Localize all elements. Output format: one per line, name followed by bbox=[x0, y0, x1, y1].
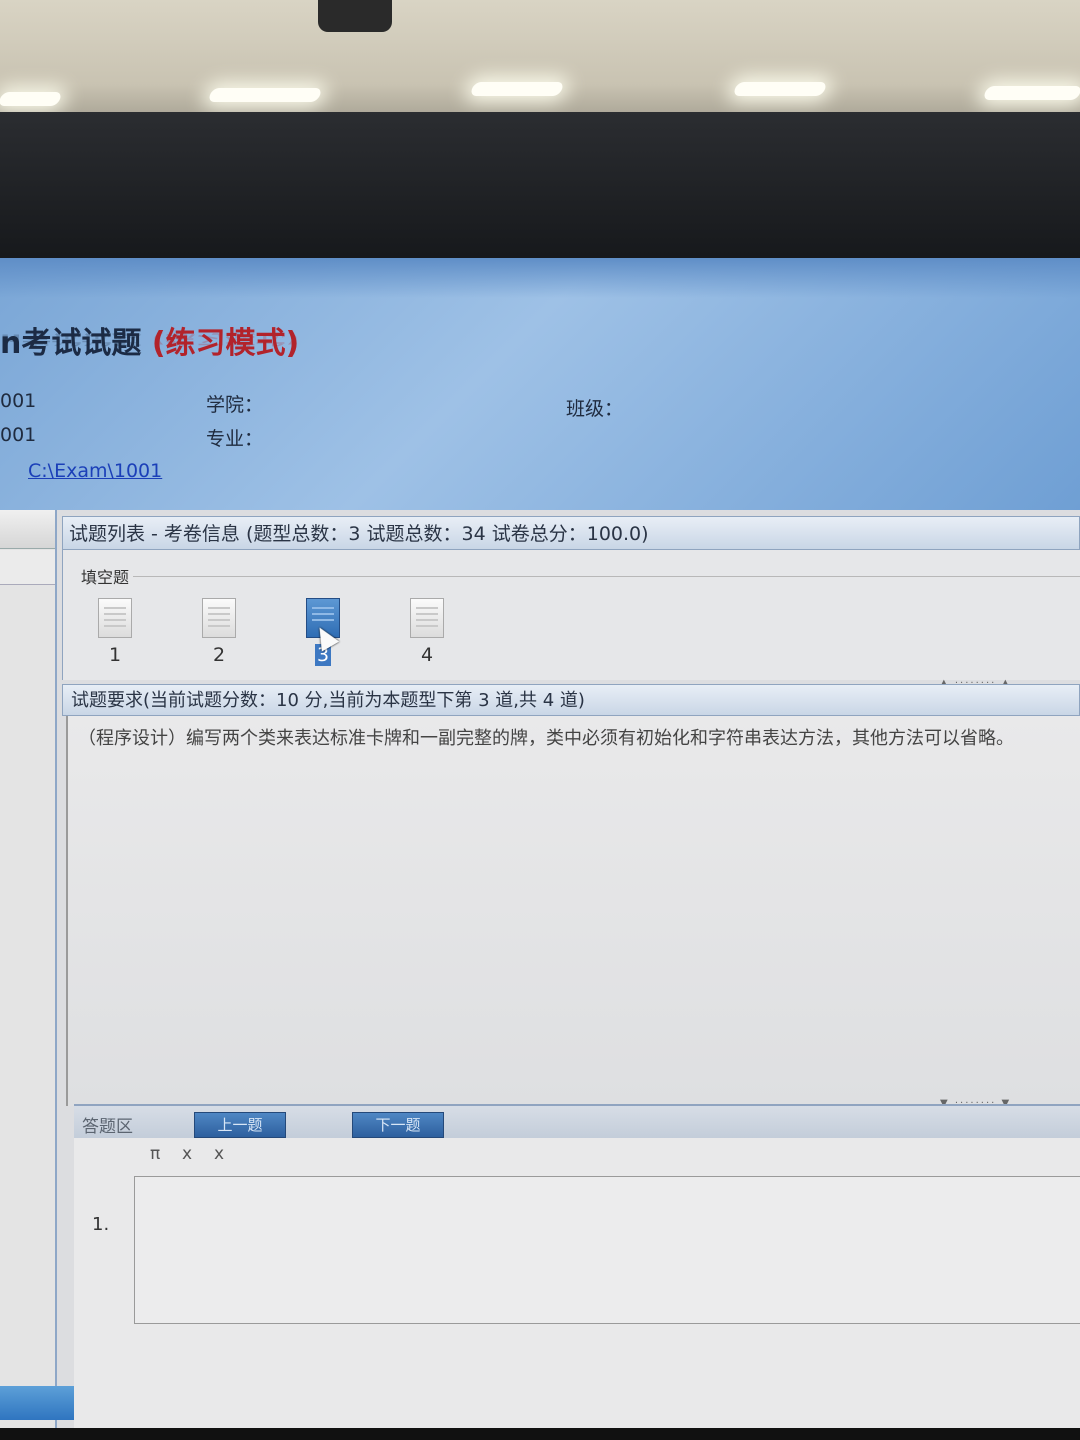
student-name-value: 001 bbox=[0, 424, 37, 446]
ceiling-light bbox=[732, 82, 828, 96]
major-label: 专业： bbox=[206, 428, 264, 450]
close-icon[interactable]: x bbox=[214, 1144, 224, 1164]
answer-area-label: 答题区 bbox=[82, 1117, 133, 1137]
question-item-2[interactable]: 2 bbox=[189, 598, 249, 666]
title-reflection-main: n考试试题 bbox=[0, 330, 142, 347]
section-label: 填空题 bbox=[81, 568, 130, 587]
question-number: 1 bbox=[108, 644, 122, 666]
left-panel bbox=[0, 510, 78, 1428]
answer-toolbar: 答题区 上一题 下一题 bbox=[74, 1104, 1080, 1140]
ceiling-light bbox=[0, 92, 63, 106]
document-icon bbox=[410, 598, 444, 638]
projector bbox=[318, 0, 392, 32]
left-panel-footer-button[interactable] bbox=[0, 1386, 78, 1420]
title-reflection-mode: (练习模式) bbox=[151, 330, 300, 347]
left-panel-item[interactable] bbox=[0, 550, 55, 585]
question-list-header: 试题列表 - 考卷信息 (题型总数：3 试题总数：34 试卷总分：100.0) bbox=[62, 516, 1080, 550]
ceiling-light bbox=[469, 82, 565, 96]
section-divider bbox=[133, 576, 1080, 577]
question-number: 2 bbox=[212, 644, 226, 666]
next-question-button[interactable]: 下一题 bbox=[352, 1112, 444, 1138]
requirement-panel: （程序设计）编写两个类来表达标准卡牌和一副完整的牌，类中必须有初始化和字符串表达… bbox=[66, 716, 1080, 1106]
monitor-screen: n考试试题 (练习模式) n考试试题 (练习模式) 001 001 学院： 专业… bbox=[0, 258, 1080, 1428]
prev-question-button[interactable]: 上一题 bbox=[194, 1112, 286, 1138]
requirement-text: （程序设计）编写两个类来表达标准卡牌和一副完整的牌，类中必须有初始化和字符串表达… bbox=[78, 728, 1014, 749]
student-id-value: 001 bbox=[0, 390, 37, 412]
exam-header: n考试试题 (练习模式) n考试试题 (练习模式) 001 001 学院： 专业… bbox=[0, 258, 1080, 510]
answer-index: 1. bbox=[92, 1214, 110, 1235]
monitor-bezel bbox=[0, 112, 1080, 270]
document-icon bbox=[98, 598, 132, 638]
question-list-panel: 填空题 1 2 3 4 bbox=[62, 550, 1080, 680]
requirement-header: 试题要求(当前试题分数：10 分,当前为本题型下第 3 道,共 4 道) bbox=[62, 684, 1080, 716]
ceiling-light bbox=[207, 88, 323, 102]
question-item-4[interactable]: 4 bbox=[397, 598, 457, 666]
document-icon bbox=[202, 598, 236, 638]
answer-input[interactable] bbox=[134, 1176, 1080, 1324]
close-icon[interactable]: x bbox=[182, 1144, 192, 1164]
left-panel-header bbox=[0, 510, 55, 549]
pi-symbol-icon[interactable]: π bbox=[150, 1144, 160, 1164]
answer-area: π x x 1. bbox=[74, 1138, 1080, 1428]
ceiling-light bbox=[982, 86, 1080, 100]
title-reflection: n考试试题 (练习模式) bbox=[0, 330, 299, 350]
ceiling-background bbox=[0, 0, 1080, 120]
exam-path-link[interactable]: C:\Exam\1001 bbox=[28, 460, 162, 482]
college-label: 学院： bbox=[206, 394, 264, 416]
class-label: 班级： bbox=[566, 398, 624, 420]
question-item-1[interactable]: 1 bbox=[85, 598, 145, 666]
monitor-bottom-bezel bbox=[0, 1428, 1080, 1440]
question-number: 4 bbox=[420, 644, 434, 666]
